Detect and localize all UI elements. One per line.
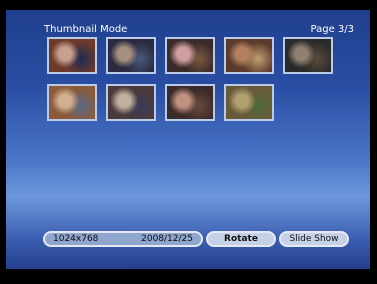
photo-info-bar: 1024x768 2008/12/25	[43, 231, 203, 247]
thumbnail-5[interactable]	[283, 37, 333, 74]
screen-bottom-border	[0, 269, 377, 284]
date-label: 2008/12/25	[141, 234, 193, 244]
thumbnail-1[interactable]	[47, 37, 97, 74]
slide-show-button[interactable]: Slide Show	[279, 231, 349, 247]
thumbnail-7[interactable]	[106, 84, 156, 121]
thumbnail-2[interactable]	[106, 37, 156, 74]
photo-image	[167, 86, 213, 119]
photo-image	[49, 39, 95, 72]
page-indicator: Page 3/3	[310, 24, 354, 35]
thumbnail-8[interactable]	[165, 84, 215, 121]
thumbnail-grid	[47, 37, 347, 137]
photo-image	[49, 86, 95, 119]
resolution-label: 1024x768	[53, 234, 99, 244]
photo-image	[226, 39, 272, 72]
thumbnail-6[interactable]	[47, 84, 97, 121]
photo-image	[108, 39, 154, 72]
photo-image	[285, 39, 331, 72]
thumbnail-4[interactable]	[224, 37, 274, 74]
mode-title: Thumbnail Mode	[44, 24, 128, 35]
photo-image	[167, 39, 213, 72]
photo-image	[226, 86, 272, 119]
rotate-button[interactable]: Rotate	[206, 231, 276, 247]
photo-image	[108, 86, 154, 119]
thumbnail-9[interactable]	[224, 84, 274, 121]
photo-viewer-screen: Thumbnail Mode Page 3/3 1024x768 2008/12…	[6, 10, 370, 269]
thumbnail-3[interactable]	[165, 37, 215, 74]
